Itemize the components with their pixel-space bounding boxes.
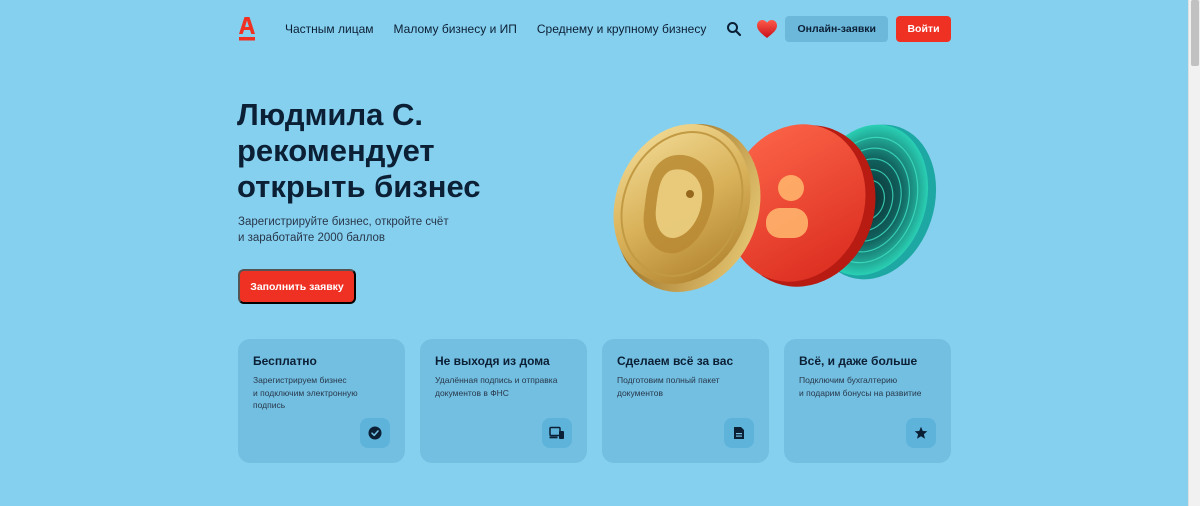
benefits-cards: Бесплатно Зарегистрируем бизнес и подклю… bbox=[238, 339, 951, 463]
benefit-card-title: Сделаем всё за вас bbox=[617, 354, 734, 368]
hero-title: Людмила С. рекомендует открыть бизнес bbox=[237, 97, 577, 205]
nav-small-business[interactable]: Малому бизнесу и ИП bbox=[394, 22, 517, 36]
apply-button[interactable]: Заполнить заявку bbox=[238, 269, 356, 304]
page-scrollbar[interactable] bbox=[1188, 0, 1200, 506]
benefit-card-text-line: Удалённая подпись и отправка bbox=[435, 375, 558, 385]
hero-subtitle: Зарегистрируйте бизнес, откройте счёт и … bbox=[238, 214, 498, 246]
benefit-card-text-line: Зарегистрируем бизнес bbox=[253, 375, 347, 385]
header-actions: Онлайн-заявки Войти bbox=[756, 16, 951, 42]
benefit-card[interactable]: Не выходя из дома Удалённая подпись и от… bbox=[420, 339, 587, 463]
coins-illustration bbox=[606, 108, 946, 298]
benefit-card-title: Бесплатно bbox=[253, 354, 317, 368]
benefit-card-text-line: Подключим бухгалтерию bbox=[799, 375, 898, 385]
devices-icon bbox=[542, 418, 572, 448]
hero-title-line: рекомендует bbox=[237, 133, 435, 168]
benefit-card-text-line: Подготовим полный пакет bbox=[617, 375, 720, 385]
benefit-card-text: Удалённая подпись и отправка документов … bbox=[435, 374, 572, 399]
scrollbar-thumb[interactable] bbox=[1191, 0, 1199, 66]
star-icon bbox=[906, 418, 936, 448]
benefit-card-text: Зарегистрируем бизнес и подключим электр… bbox=[253, 374, 390, 412]
heart-icon[interactable] bbox=[756, 19, 778, 39]
coins-image bbox=[613, 124, 937, 292]
hero-subtitle-line: и заработайте 2000 баллов bbox=[238, 232, 386, 244]
main-nav: Частным лицам Малому бизнесу и ИП Средне… bbox=[285, 21, 742, 37]
nav-private[interactable]: Частным лицам bbox=[285, 22, 374, 36]
benefit-card-title: Всё, и даже больше bbox=[799, 354, 918, 368]
benefit-card-title: Не выходя из дома bbox=[435, 354, 550, 368]
benefit-card[interactable]: Бесплатно Зарегистрируем бизнес и подклю… bbox=[238, 339, 405, 463]
site-header: Частным лицам Малому бизнесу и ИП Средне… bbox=[238, 14, 951, 44]
online-applications-button[interactable]: Онлайн-заявки bbox=[785, 16, 888, 42]
hero-title-line: открыть бизнес bbox=[237, 169, 481, 204]
benefit-card[interactable]: Сделаем всё за вас Подготовим полный пак… bbox=[602, 339, 769, 463]
benefit-card-text-line: и подключим электронную bbox=[253, 387, 358, 398]
hero-subtitle-line: Зарегистрируйте бизнес, откройте счёт bbox=[238, 216, 449, 228]
check-circle-icon bbox=[360, 418, 390, 448]
benefit-card-text: Подготовим полный пакет документов bbox=[617, 374, 754, 399]
document-icon bbox=[724, 418, 754, 448]
alfa-logo[interactable] bbox=[238, 15, 256, 43]
benefit-card-text-line: подпись bbox=[253, 400, 286, 410]
nav-corporate[interactable]: Среднему и крупному бизнесу bbox=[537, 22, 707, 36]
benefit-card-text: Подключим бухгалтерию и подарим бонусы н… bbox=[799, 374, 936, 399]
benefit-card-text-line: документов bbox=[617, 387, 663, 398]
benefit-card[interactable]: Всё, и даже больше Подключим бухгалтерию… bbox=[784, 339, 951, 463]
alfa-logo-icon bbox=[239, 17, 255, 41]
benefit-card-text-line: и подарим бонусы на развитие bbox=[799, 387, 922, 398]
hero-title-line: Людмила С. bbox=[237, 97, 424, 132]
benefit-card-text-line: документов в ФНС bbox=[435, 387, 509, 398]
login-button[interactable]: Войти bbox=[896, 16, 951, 42]
search-icon[interactable] bbox=[726, 21, 742, 37]
